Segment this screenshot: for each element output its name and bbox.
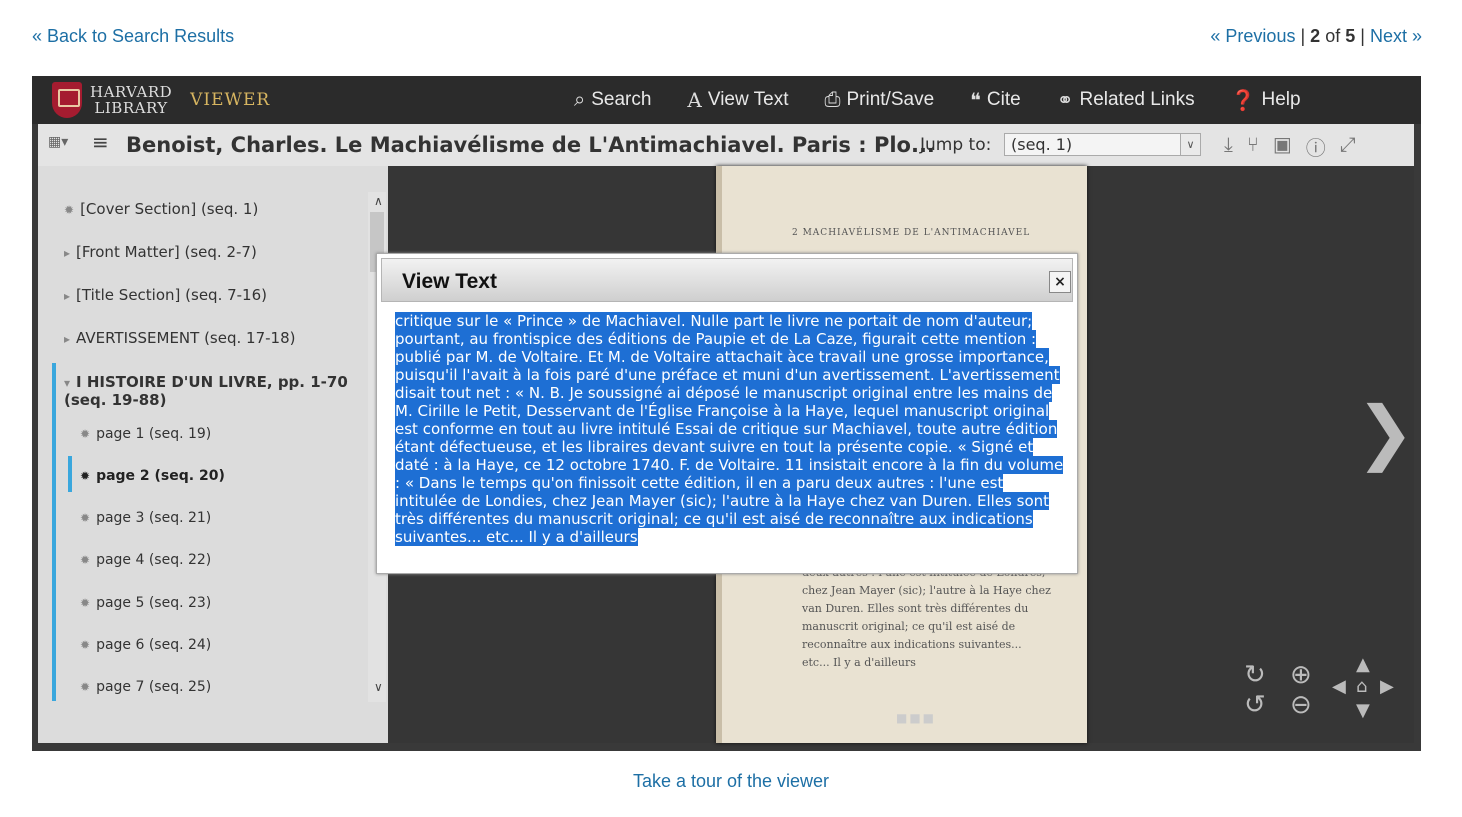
pan-left-icon[interactable]: ◀ [1332, 676, 1346, 697]
toc-page-item[interactable]: ✹ page 6 (seq. 24) [80, 637, 211, 653]
info-icon[interactable]: ⓘ [1306, 132, 1326, 161]
page-text: deux autres : l'une est intitulée de Lon… [802, 566, 1051, 669]
bullet-icon: ✹ [80, 469, 91, 483]
toc-page-item[interactable]: ✹ page 3 (seq. 21) [80, 510, 211, 526]
logo-line-2: LIBRARY [94, 99, 168, 117]
zoom-in-icon[interactable]: ⊕ [1290, 660, 1312, 690]
search-label: Search [591, 89, 652, 110]
caret-right-icon: ▸ [64, 246, 71, 260]
bullet-icon: ✹ [80, 638, 91, 652]
fullscreen-icon[interactable]: ⤢ [1340, 132, 1356, 161]
view-text-label: View Text [707, 89, 789, 110]
search-icon: ⌕ [574, 88, 586, 111]
rotate-right-icon[interactable]: ↻ [1244, 660, 1266, 690]
bullet-icon: ✹ [80, 553, 91, 567]
table-of-contents: ✹ [Cover Section] (seq. 1) ▸ [Front Matter… [38, 166, 388, 743]
pan-up-icon[interactable]: ▲ [1356, 654, 1370, 675]
view-text-button[interactable]: A View Text [687, 88, 788, 112]
document-tools: ⤓ ⑂ ▣ ⓘ ⤢ [1224, 132, 1370, 161]
share-icon[interactable]: ⑂ [1247, 132, 1259, 161]
bullet-icon: ✹ [80, 511, 91, 525]
section-indicator [52, 363, 56, 701]
dialog-title: View Text [402, 270, 497, 293]
bullet-icon: ✹ [80, 680, 91, 694]
back-to-search-link[interactable]: « Back to Search Results [32, 26, 234, 47]
logo-line-1: HARVARD [90, 83, 173, 101]
related-links-button[interactable]: ⚭ Related Links [1057, 88, 1195, 113]
dialog-header: View Text × [381, 258, 1073, 302]
page-dots: ■■■ [896, 711, 937, 725]
tour-link[interactable]: Take a tour of the viewer [633, 771, 829, 791]
link-icon: ⚭ [1056, 89, 1074, 112]
pager-separator: | [1360, 26, 1365, 46]
caret-right-icon: ▸ [64, 332, 71, 346]
toc-item[interactable]: ✹ [Cover Section] (seq. 1) [64, 200, 258, 218]
scroll-down-icon[interactable]: ∨ [374, 680, 383, 694]
search-button[interactable]: ⌕ Search [574, 89, 651, 112]
print-save-label: Print/Save [846, 89, 935, 110]
cite-button[interactable]: ❝ Cite [970, 88, 1021, 113]
jump-to-label: Jump to: [920, 135, 992, 155]
dialog-text[interactable]: critique sur le « Prince » de Machiavel.… [395, 312, 1067, 546]
related-links-label: Related Links [1079, 89, 1195, 110]
caret-right-icon: ▸ [64, 289, 71, 303]
harvard-shield-icon [52, 82, 82, 118]
current-number: 2 [1310, 26, 1321, 46]
caret-down-icon: ▾ [64, 376, 71, 390]
cite-label: Cite [986, 89, 1021, 110]
zoom-out-icon[interactable]: ⊖ [1290, 690, 1312, 720]
top-navigation: « Back to Search Results « Previous | 2 … [32, 26, 1422, 50]
viewer-header: HARVARD LIBRARY VIEWER ⌕ Search A View Tex… [32, 76, 1421, 124]
page-running-head: 2 MACHIAVÉLISME DE L'ANTIMACHIAVEL [792, 228, 1031, 238]
bullet-icon: ✹ [64, 203, 75, 217]
logo-viewer: VIEWER [190, 90, 271, 110]
jump-to-select[interactable]: (seq. 1) ∨ [1004, 133, 1201, 156]
previous-link[interactable]: « Previous [1210, 26, 1295, 46]
toc-item[interactable]: ▸ [Front Matter] (seq. 2-7) [64, 243, 257, 261]
view-text-dialog: View Text × critique sur le « Prince » d… [376, 253, 1078, 574]
document-title: Benoist, Charles. Le Machiavélisme de L'… [126, 133, 935, 157]
bullet-icon: ✹ [80, 427, 91, 441]
toc-page-item[interactable]: ✹ page 4 (seq. 22) [80, 552, 211, 568]
chevron-down-icon: ∨ [1180, 134, 1200, 155]
help-icon: ❓ [1230, 89, 1256, 112]
scroll-up-icon[interactable]: ∧ [374, 194, 383, 208]
next-link[interactable]: Next » [1370, 26, 1422, 46]
text-icon: A [687, 88, 702, 112]
home-icon[interactable]: ⌂ [1356, 676, 1367, 697]
toc-item[interactable]: ▸ AVERTISSEMENT (seq. 17-18) [64, 329, 295, 347]
pan-right-icon[interactable]: ▶ [1380, 676, 1394, 697]
image-icon[interactable]: ▣ [1273, 132, 1292, 161]
jump-to-value: (seq. 1) [1011, 135, 1073, 154]
toc-page-item[interactable]: ✹ page 7 (seq. 25) [80, 679, 211, 695]
pan-down-icon[interactable]: ▼ [1356, 700, 1370, 721]
download-icon[interactable]: ⤓ [1224, 132, 1233, 161]
pager: « Previous | 2 of 5 | Next » [1210, 26, 1422, 47]
help-label: Help [1261, 89, 1301, 110]
document-toolbar: ▦▾ ≡ Benoist, Charles. Le Machiavélisme … [38, 124, 1414, 166]
selected-text[interactable]: critique sur le « Prince » de Machiavel.… [395, 312, 1064, 546]
close-icon[interactable]: × [1049, 271, 1071, 293]
menu-icon[interactable]: ≡ [92, 130, 109, 154]
bullet-icon: ✹ [80, 596, 91, 610]
pager-separator: | [1300, 26, 1306, 46]
toc-page-item[interactable]: ✹ page 1 (seq. 19) [80, 426, 211, 442]
toc-page-item-selected[interactable]: ✹ page 2 (seq. 20) [80, 468, 225, 484]
of-label: of [1325, 26, 1341, 46]
tour-link-container: Take a tour of the viewer [0, 771, 1462, 792]
total-number: 5 [1345, 26, 1356, 46]
quote-icon: ❝ [970, 89, 981, 112]
toc-item-expanded[interactable]: ▾ I HISTOIRE D'UN LIVRE, pp. 1-70 (seq. 19… [64, 373, 348, 409]
toc-page-item[interactable]: ✹ page 5 (seq. 23) [80, 595, 211, 611]
rotate-left-icon[interactable]: ↺ [1244, 690, 1266, 720]
viewer-menu: ⌕ Search A View Text ⎙ Print/Save ❝ Cite ⚭ Re… [574, 76, 1337, 124]
selected-indicator [68, 456, 72, 492]
thumbnail-grid-icon[interactable]: ▦▾ [48, 134, 68, 150]
printer-icon: ⎙ [824, 88, 841, 111]
harvard-library-logo[interactable]: HARVARD LIBRARY VIEWER [52, 80, 270, 120]
help-button[interactable]: ❓ Help [1231, 88, 1301, 113]
next-page-arrow-icon[interactable]: ❯ [1356, 391, 1415, 473]
toc-item[interactable]: ▸ [Title Section] (seq. 7-16) [64, 286, 267, 304]
print-save-button[interactable]: ⎙ Print/Save [824, 89, 934, 112]
